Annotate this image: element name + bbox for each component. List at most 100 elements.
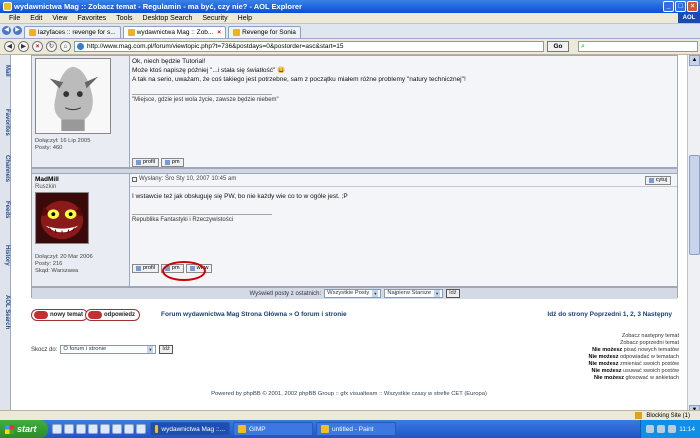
tab-scroll-right-icon[interactable]: ▶ <box>13 26 22 35</box>
post-icon <box>132 176 137 182</box>
menu-tools[interactable]: Tools <box>111 13 137 23</box>
pm-icon <box>164 160 170 165</box>
pagination[interactable]: Idź do strony Poprzedni 1, 2, 3 Następny <box>547 311 672 318</box>
taskbar-item-browser[interactable]: wydawnictwa Mag ::... <box>150 422 230 436</box>
taskbar-item-gimp[interactable]: GIMP <box>233 422 313 436</box>
tab-scroll-left-icon[interactable]: ◀ <box>2 26 11 35</box>
tray-icon[interactable] <box>646 425 655 433</box>
post-line: A tak na serio, uważam, że coś takiego j… <box>132 76 466 83</box>
menu-favorites[interactable]: Favorites <box>72 13 111 23</box>
post-1: Dołączył: 16 Lip 2005 Posty: 460 Ok, nie… <box>32 56 677 168</box>
highlight-annotation <box>162 261 206 281</box>
address-url: http://www.mag.com.pl/forum/viewtopic.ph… <box>87 43 344 50</box>
status-bar: Blocking Site (1) <box>0 410 700 420</box>
sidebar-tab-mail[interactable]: Mail <box>1 65 10 77</box>
start-button[interactable]: start <box>0 420 48 438</box>
window-title: wydawnictwa Mag :: Zobacz temat - Regula… <box>14 2 302 11</box>
view-go-button[interactable]: Idź <box>446 289 460 298</box>
username[interactable]: MadMill <box>35 176 59 183</box>
sidebar-tab-feeds[interactable]: Feeds <box>1 201 10 218</box>
tray-icon[interactable] <box>668 425 677 433</box>
post-body: Wysłany: Śro Sty 10, 2007 10:45 am cytuj… <box>130 174 677 286</box>
menu-edit[interactable]: Edit <box>25 13 47 23</box>
menu-security[interactable]: Security <box>197 13 232 23</box>
quick-launch-icon[interactable] <box>76 424 86 434</box>
vertical-scrollbar[interactable]: ▲ ▼ <box>687 55 700 416</box>
new-topic-button[interactable]: nowy temat <box>31 309 89 321</box>
tab-label: wydawnictwa Mag :: Zob... <box>136 29 214 36</box>
scroll-thumb[interactable] <box>689 155 700 255</box>
menu-help[interactable]: Help <box>233 13 257 23</box>
go-button[interactable]: Go <box>547 41 569 52</box>
post-signature: Republika Fantastyki i Rzeczywistości <box>132 214 272 223</box>
post-buttons: profil pm <box>132 158 184 167</box>
previous-topic-link[interactable]: Zobacz poprzedni temat <box>588 340 679 347</box>
title-bar: wydawnictwa Mag :: Zobacz temat - Regula… <box>0 0 700 13</box>
quick-launch-icon[interactable] <box>100 424 110 434</box>
windows-logo-icon <box>5 424 14 434</box>
sidebar-tab-aol-search[interactable]: AOL Search <box>1 295 10 329</box>
menu-file[interactable]: File <box>4 13 25 23</box>
home-button[interactable]: ⌂ <box>60 41 71 52</box>
tab-lazyfaces[interactable]: lazyfaces :: revenge for s... <box>24 26 121 38</box>
quick-launch-icon[interactable] <box>52 424 62 434</box>
post-header: Wysłany: Śro Sty 10, 2007 10:45 am <box>132 176 236 182</box>
tab-label: Revenge for Sonia <box>242 29 296 36</box>
jump-go-button[interactable]: Idź <box>159 345 173 354</box>
quick-launch-icon[interactable] <box>64 424 74 434</box>
page-content: Dołączył: 16 Lip 2005 Posty: 460 Ok, nie… <box>11 55 687 416</box>
tab-close-icon[interactable]: × <box>217 29 221 38</box>
paint-icon <box>321 425 329 433</box>
post-author-panel: MadMill Ruszkin Dołączył: 20 Mar 2006 Po… <box>32 174 130 286</box>
tab-favicon-icon <box>29 29 36 36</box>
close-button[interactable]: × <box>687 1 698 12</box>
back-button[interactable]: ◀ <box>4 41 15 52</box>
forward-button[interactable]: ▶ <box>18 41 29 52</box>
user-location: Skąd: Warszawa <box>35 268 79 274</box>
chevron-down-icon: ▼ <box>147 346 154 353</box>
refresh-button[interactable]: ↻ <box>46 41 57 52</box>
menu-view[interactable]: View <box>47 13 72 23</box>
quick-launch-icon[interactable] <box>88 424 98 434</box>
page-footer: Powered by phpBB © 2001, 2002 phpBB Grou… <box>211 391 487 397</box>
stop-button[interactable]: × <box>32 41 43 52</box>
sidebar-tab-history[interactable]: History <box>1 245 10 266</box>
quote-button[interactable]: cytuj <box>644 176 671 185</box>
join-date: Dołączył: 16 Lip 2005 <box>35 138 91 144</box>
maximize-button[interactable]: □ <box>675 1 686 12</box>
post-author-info: Dołączył: 16 Lip 2005 Posty: 460 <box>35 138 90 152</box>
profile-button[interactable]: profil <box>132 264 159 273</box>
permission-line: Nie możesz odpowiadać w tematach <box>588 354 679 360</box>
chevron-down-icon: ▼ <box>372 290 379 297</box>
quote-icon <box>648 178 654 183</box>
permissions-list: Zobacz następny temat Zobacz poprzedni t… <box>588 333 679 382</box>
post-count: Posty: 216 <box>35 261 63 267</box>
post-body: Ok, niech będzie Tutorial! Może ktoś nap… <box>130 56 677 167</box>
profile-button[interactable]: profil <box>132 158 159 167</box>
navigation-bar: ◀ ▶ × ↻ ⌂ http://www.mag.com.pl/forum/vi… <box>0 39 700 55</box>
sidebar-tab-channels[interactable]: Channels <box>1 155 10 182</box>
search-input[interactable]: ⌕ <box>578 41 698 52</box>
scroll-up-icon[interactable]: ▲ <box>689 55 700 66</box>
minimize-button[interactable]: _ <box>663 1 674 12</box>
tab-revenge-for-sonia[interactable]: Revenge for Sonia <box>228 26 301 38</box>
permission-line: Nie możesz pisać nowych tematów <box>592 347 679 353</box>
jump-forum-select[interactable]: O forum i stronie ▼ <box>60 345 157 354</box>
posts-order-select[interactable]: Najpierw Starsze ▼ <box>384 289 444 298</box>
address-input[interactable]: http://www.mag.com.pl/forum/viewtopic.ph… <box>74 41 544 52</box>
tab-wydawnictwa-mag[interactable]: wydawnictwa Mag :: Zob... × <box>122 26 227 38</box>
blocking-status[interactable]: Blocking Site (1) <box>646 413 690 419</box>
quick-launch-icon[interactable] <box>124 424 134 434</box>
posts-range-select[interactable]: Wszystkie Posty ▼ <box>324 289 382 298</box>
next-topic-link[interactable]: Zobacz następny temat <box>588 333 679 340</box>
reply-button[interactable]: odpowiedz <box>85 309 140 321</box>
sidebar-tab-favorites[interactable]: Favorites <box>1 109 10 136</box>
taskbar-item-paint[interactable]: untitled - Paint <box>316 422 396 436</box>
clock[interactable]: 11:14 <box>679 426 695 433</box>
menu-desktop-search[interactable]: Desktop Search <box>138 13 198 23</box>
breadcrumb[interactable]: Forum wydawnictwa Mag Strona Główna » O … <box>161 311 347 318</box>
quick-launch-icon[interactable] <box>112 424 122 434</box>
pm-button[interactable]: pm <box>160 158 184 167</box>
quick-launch-icon[interactable] <box>136 424 146 434</box>
tray-icon[interactable] <box>657 425 666 433</box>
